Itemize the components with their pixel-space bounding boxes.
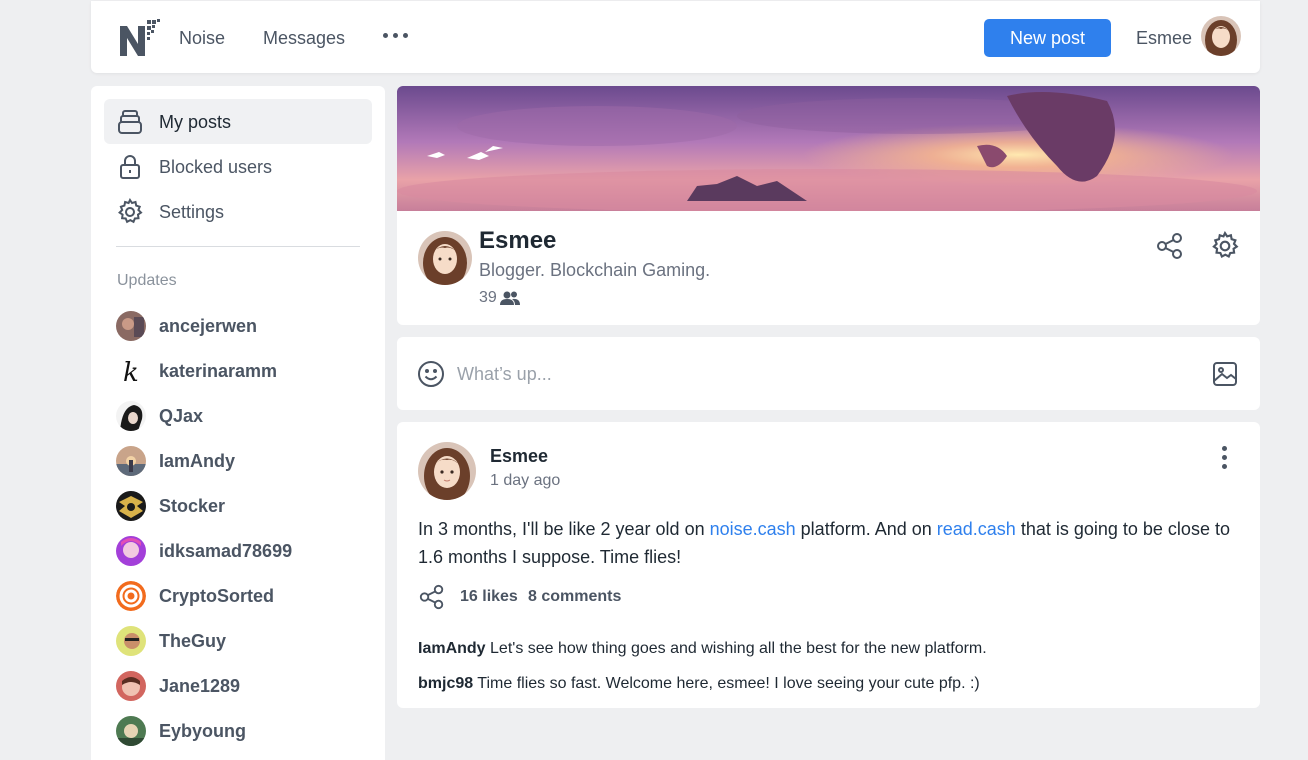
sidebar-item-label: Settings bbox=[159, 202, 225, 222]
update-item-iamandy[interactable]: IamAndy bbox=[116, 445, 366, 479]
avatar[interactable] bbox=[418, 442, 476, 500]
update-item-eybyoung[interactable]: Eybyoung bbox=[116, 715, 366, 749]
gear-icon[interactable] bbox=[1210, 231, 1240, 261]
comments-count[interactable]: 8 comments bbox=[528, 588, 621, 606]
update-name: idksamad78699 bbox=[159, 541, 293, 561]
followers-icon bbox=[500, 291, 520, 305]
nav-noise-link[interactable]: Noise bbox=[179, 27, 225, 49]
sidebar-divider bbox=[116, 246, 360, 247]
update-name: Stocker bbox=[159, 496, 226, 516]
post-text-part: In 3 months, I'll be like 2 year old on bbox=[418, 519, 710, 539]
comment-item: bmjc98 Time flies so fast. Welcome here,… bbox=[418, 675, 1248, 693]
avatar bbox=[116, 536, 146, 566]
read-cash-link[interactable]: read.cash bbox=[937, 519, 1016, 539]
avatar[interactable] bbox=[1201, 16, 1241, 56]
avatar bbox=[116, 626, 146, 656]
avatar bbox=[116, 716, 146, 746]
update-name: TheGuy bbox=[159, 631, 227, 651]
avatar bbox=[116, 401, 146, 431]
profile-banner-image bbox=[397, 86, 1260, 211]
update-item-qjax[interactable]: QJax bbox=[116, 400, 366, 434]
user-menu-name[interactable]: Esmee bbox=[1136, 27, 1192, 49]
sidebar-item-blocked-users[interactable]: Blocked users bbox=[104, 144, 372, 189]
profile-card: Esmee Blogger. Blockchain Gaming. 39 bbox=[397, 86, 1260, 325]
svg-text:k: k bbox=[123, 358, 139, 386]
comment-item: IamAndy Let's see how thing goes and wis… bbox=[418, 640, 1248, 658]
sidebar: My posts Blocked users Settings Updates … bbox=[91, 86, 385, 760]
emoji-icon[interactable] bbox=[417, 360, 445, 388]
avatar bbox=[116, 581, 146, 611]
gear-icon bbox=[118, 198, 143, 224]
update-name: QJax bbox=[159, 406, 204, 426]
updates-heading: Updates bbox=[117, 272, 177, 289]
update-item-stocker[interactable]: Stocker bbox=[116, 490, 366, 524]
share-icon[interactable] bbox=[418, 583, 446, 611]
update-item-idksamad78699[interactable]: idksamad78699 bbox=[116, 535, 366, 569]
post-body: In 3 months, I'll be like 2 year old on … bbox=[418, 515, 1248, 571]
avatar bbox=[116, 446, 146, 476]
update-name: ancejerwen bbox=[159, 316, 258, 336]
likes-count[interactable]: 16 likes bbox=[460, 588, 518, 606]
nav-messages-link[interactable]: Messages bbox=[263, 27, 345, 49]
image-icon[interactable] bbox=[1211, 360, 1239, 388]
comment-author[interactable]: bmjc98 bbox=[418, 675, 473, 692]
noise-logo[interactable] bbox=[118, 18, 160, 58]
sidebar-item-settings[interactable]: Settings bbox=[104, 189, 372, 234]
compose-input[interactable] bbox=[457, 359, 1157, 389]
update-name: CryptoSorted bbox=[159, 586, 275, 606]
post-card: Esmee 1 day ago In 3 months, I'll be lik… bbox=[397, 422, 1260, 708]
update-item-jane1289[interactable]: Jane1289 bbox=[116, 670, 366, 704]
update-name: Jane1289 bbox=[159, 676, 241, 696]
lock-icon bbox=[120, 155, 140, 179]
update-name: IamAndy bbox=[159, 451, 236, 471]
update-name: katerinaramm bbox=[159, 361, 278, 381]
profile-name: Esmee bbox=[479, 227, 557, 254]
new-post-button[interactable]: New post bbox=[984, 19, 1111, 57]
sidebar-item-my-posts[interactable]: My posts bbox=[104, 99, 372, 144]
post-timestamp: 1 day ago bbox=[490, 472, 561, 489]
avatar: k bbox=[116, 356, 146, 386]
compose-box bbox=[397, 337, 1260, 410]
bookshelf-icon bbox=[118, 110, 142, 134]
update-item-katerinaramm[interactable]: k katerinaramm bbox=[116, 355, 366, 389]
avatar bbox=[116, 671, 146, 701]
comment-text: Time flies so fast. Welcome here, esmee!… bbox=[473, 675, 980, 692]
comment-author[interactable]: IamAndy bbox=[418, 640, 486, 657]
post-text-part: platform. And on bbox=[795, 519, 937, 539]
share-icon[interactable] bbox=[1155, 231, 1185, 261]
update-name: Eybyoung bbox=[159, 721, 247, 741]
avatar[interactable] bbox=[418, 231, 472, 285]
more-vertical-icon[interactable] bbox=[1215, 444, 1235, 472]
avatar bbox=[116, 311, 146, 341]
post-author[interactable]: Esmee bbox=[490, 446, 548, 467]
update-item-ancejerwen[interactable]: ancejerwen bbox=[116, 310, 366, 344]
followers-count[interactable]: 39 bbox=[479, 289, 497, 307]
avatar bbox=[116, 491, 146, 521]
more-icon[interactable] bbox=[383, 31, 409, 41]
update-item-cryptosorted[interactable]: CryptoSorted bbox=[116, 580, 366, 614]
sidebar-item-label: Blocked users bbox=[159, 157, 273, 177]
update-item-theguy[interactable]: TheGuy bbox=[116, 625, 366, 659]
sidebar-item-label: My posts bbox=[159, 112, 232, 132]
noise-cash-link[interactable]: noise.cash bbox=[710, 519, 796, 539]
top-navbar: Noise Messages New post Esmee bbox=[91, 1, 1260, 73]
comment-text: Let's see how thing goes and wishing all… bbox=[485, 640, 987, 657]
profile-bio: Blogger. Blockchain Gaming. bbox=[479, 260, 711, 280]
